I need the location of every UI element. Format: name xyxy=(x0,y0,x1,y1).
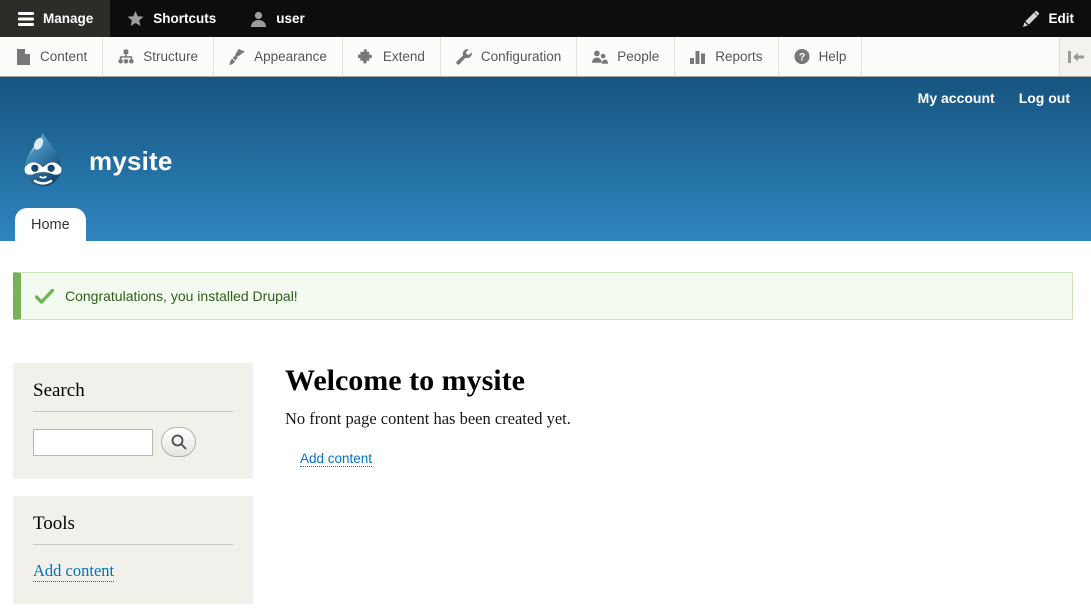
toolbar-tray-filler xyxy=(862,37,1059,76)
drupal-logo[interactable] xyxy=(14,131,72,191)
toolbar-item-label: Reports xyxy=(715,49,762,64)
toolbar-item-content[interactable]: Content xyxy=(0,37,103,76)
status-message: Congratulations, you installed Drupal! xyxy=(13,272,1073,320)
search-block-title: Search xyxy=(33,380,233,412)
adminbar-item-manage[interactable]: Manage xyxy=(0,0,110,37)
toolbar-item-label: Content xyxy=(40,49,87,64)
wrench-icon xyxy=(456,49,472,65)
toolbar-item-label: Extend xyxy=(383,49,425,64)
toolbar-item-help[interactable]: ? Help xyxy=(779,37,863,76)
my-account-link[interactable]: My account xyxy=(918,90,995,106)
page-columns: Search Tools Add content Welcome to mysi… xyxy=(13,363,1073,615)
file-icon xyxy=(15,49,31,65)
adminbar-item-label: Shortcuts xyxy=(153,11,216,26)
toolbar-item-people[interactable]: People xyxy=(577,37,675,76)
sitemap-icon xyxy=(118,49,134,65)
adminbar-item-label: Manage xyxy=(43,11,93,26)
search-block: Search xyxy=(13,363,253,479)
pencil-icon xyxy=(1023,10,1040,27)
site-name[interactable]: mysite xyxy=(89,146,173,177)
search-form xyxy=(33,427,233,457)
main-content: Welcome to mysite No front page content … xyxy=(285,363,1073,468)
add-content-link-sidebar[interactable]: Add content xyxy=(33,561,114,582)
toggle-orientation-button[interactable] xyxy=(1059,37,1091,76)
toolbar-item-label: Help xyxy=(819,49,847,64)
svg-text:?: ? xyxy=(798,51,805,63)
site-header: My account Log out mysite Home xyxy=(0,77,1091,241)
adminbar-item-shortcuts[interactable]: Shortcuts xyxy=(110,0,233,37)
toggle-orientation-icon xyxy=(1068,49,1084,65)
edit-button[interactable]: Edit xyxy=(1006,0,1091,37)
toolbar-item-label: Structure xyxy=(143,49,198,64)
page-title: Welcome to mysite xyxy=(285,364,1073,398)
site-branding: mysite xyxy=(14,131,173,191)
add-content-link-main[interactable]: Add content xyxy=(300,451,372,467)
paintbrush-icon xyxy=(229,49,245,65)
adminbar-item-user[interactable]: user xyxy=(233,0,322,37)
toolbar-item-label: People xyxy=(617,49,659,64)
puzzle-icon xyxy=(358,49,374,65)
toolbar-item-extend[interactable]: Extend xyxy=(343,37,441,76)
logout-link[interactable]: Log out xyxy=(1019,90,1070,106)
sidebar: Search Tools Add content xyxy=(13,363,253,615)
tab-home[interactable]: Home xyxy=(15,208,86,241)
tools-block-title: Tools xyxy=(33,513,233,545)
toolbar-item-label: Appearance xyxy=(254,49,327,64)
adminbar-spacer xyxy=(322,0,1006,37)
bar-chart-icon xyxy=(690,49,706,65)
toolbar-item-appearance[interactable]: Appearance xyxy=(214,37,343,76)
search-input[interactable] xyxy=(33,429,153,456)
action-links: Add content xyxy=(300,450,1073,468)
search-button[interactable] xyxy=(161,427,196,457)
user-icon xyxy=(250,10,267,27)
people-icon xyxy=(592,49,608,65)
search-icon xyxy=(171,434,187,450)
checkmark-icon xyxy=(35,289,54,304)
edit-button-label: Edit xyxy=(1049,11,1075,26)
tools-block: Tools Add content xyxy=(13,496,253,604)
adminbar-item-label: user xyxy=(276,11,305,26)
no-content-text: No front page content has been created y… xyxy=(285,409,1073,429)
toolbar-item-configuration[interactable]: Configuration xyxy=(441,37,577,76)
admin-toolbar-tray: Content Structure Appearance Extend Conf… xyxy=(0,37,1091,77)
star-icon xyxy=(127,10,144,27)
secondary-menu: My account Log out xyxy=(918,90,1070,106)
toolbar-item-label: Configuration xyxy=(481,49,561,64)
question-icon: ? xyxy=(794,49,810,65)
status-message-text: Congratulations, you installed Drupal! xyxy=(65,288,298,304)
admin-toolbar-bar: Manage Shortcuts user Edit xyxy=(0,0,1091,37)
toolbar-item-structure[interactable]: Structure xyxy=(103,37,214,76)
toolbar-item-reports[interactable]: Reports xyxy=(675,37,778,76)
menu-icon xyxy=(17,10,34,27)
